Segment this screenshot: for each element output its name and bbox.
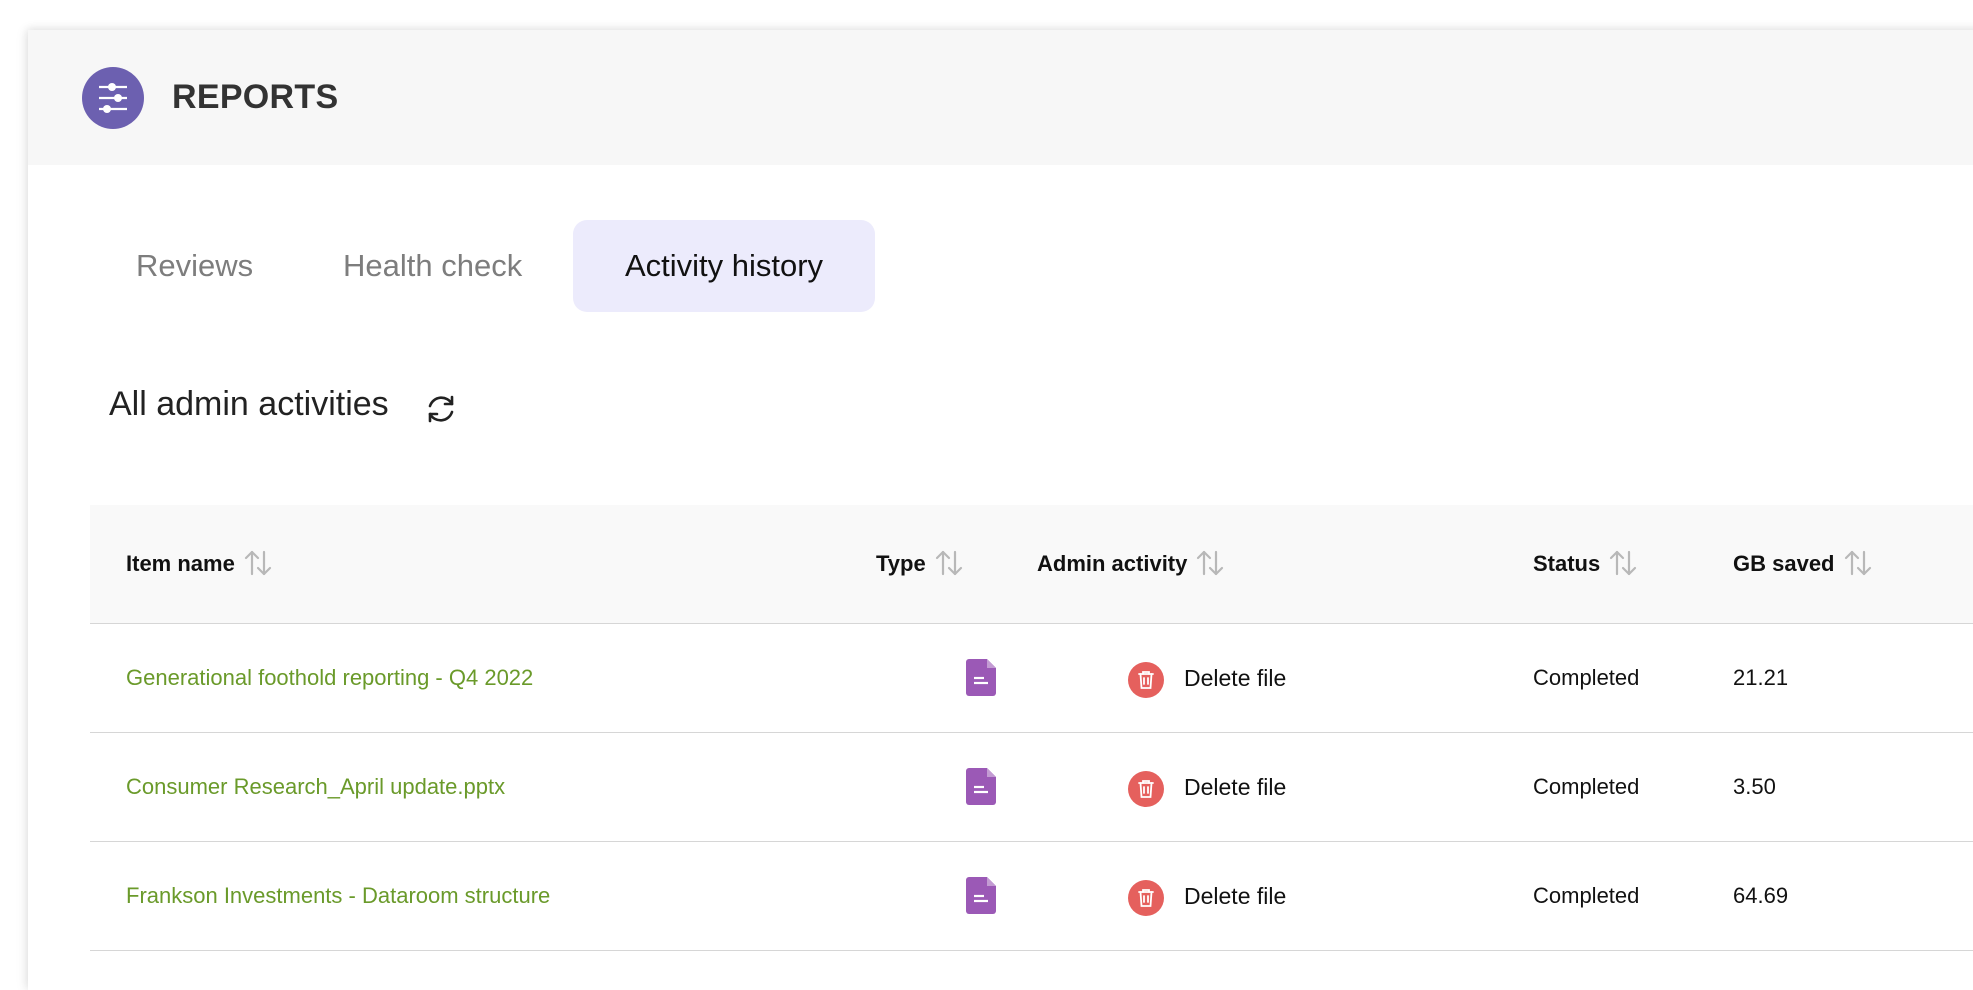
sort-icon[interactable] [1843, 549, 1873, 577]
column-header-status[interactable]: Status [1533, 505, 1638, 623]
app-header: REPORTS [28, 30, 1973, 165]
admin-activity-label: Delete file [1184, 665, 1287, 691]
admin-activity-label: Delete file [1184, 774, 1287, 800]
sort-icon[interactable] [243, 549, 273, 577]
item-name-link[interactable]: Generational foothold reporting - Q4 202… [126, 624, 533, 732]
status-text: Completed [1533, 665, 1640, 690]
column-header-gb-saved[interactable]: GB saved [1733, 505, 1873, 623]
app-title: REPORTS [172, 78, 339, 116]
refresh-icon[interactable] [422, 390, 460, 428]
status-text: Completed [1533, 883, 1640, 908]
column-header-type[interactable]: Type [876, 505, 964, 623]
table-header: Item name Type Admin activity Status GB … [90, 505, 1973, 624]
trash-icon [1128, 771, 1164, 807]
sort-icon[interactable] [1195, 549, 1225, 577]
gb-saved-value: 21.21 [1733, 665, 1789, 690]
gb-saved-value: 3.50 [1733, 774, 1776, 799]
tab-health-check[interactable]: Health check [343, 220, 522, 312]
item-name-link[interactable]: Frankson Investments - Dataroom structur… [126, 842, 550, 950]
document-icon [966, 659, 996, 696]
admin-activity-label: Delete file [1184, 883, 1287, 909]
table-row: Consumer Research_April update.pptx Dele… [90, 733, 1973, 842]
item-name-link[interactable]: Consumer Research_April update.pptx [126, 733, 505, 841]
gb-saved-value: 64.69 [1733, 883, 1789, 908]
trash-icon [1128, 662, 1164, 698]
sliders-icon [82, 67, 144, 129]
table-row: Frankson Investments - Dataroom structur… [90, 842, 1973, 951]
status-text: Completed [1533, 774, 1640, 799]
document-icon [966, 877, 996, 914]
sort-icon[interactable] [934, 549, 964, 577]
sort-icon[interactable] [1608, 549, 1638, 577]
table-row: Generational foothold reporting - Q4 202… [90, 624, 1973, 733]
tab-reviews[interactable]: Reviews [136, 220, 253, 312]
tab-activity-history[interactable]: Activity history [573, 220, 875, 312]
column-header-item-name[interactable]: Item name [126, 505, 273, 623]
reports-panel: REPORTS Reviews Health check Activity hi… [28, 30, 1973, 990]
trash-icon [1128, 880, 1164, 916]
document-icon [966, 768, 996, 805]
section-title: All admin activities [109, 385, 389, 423]
column-header-admin-activity[interactable]: Admin activity [1037, 505, 1225, 623]
